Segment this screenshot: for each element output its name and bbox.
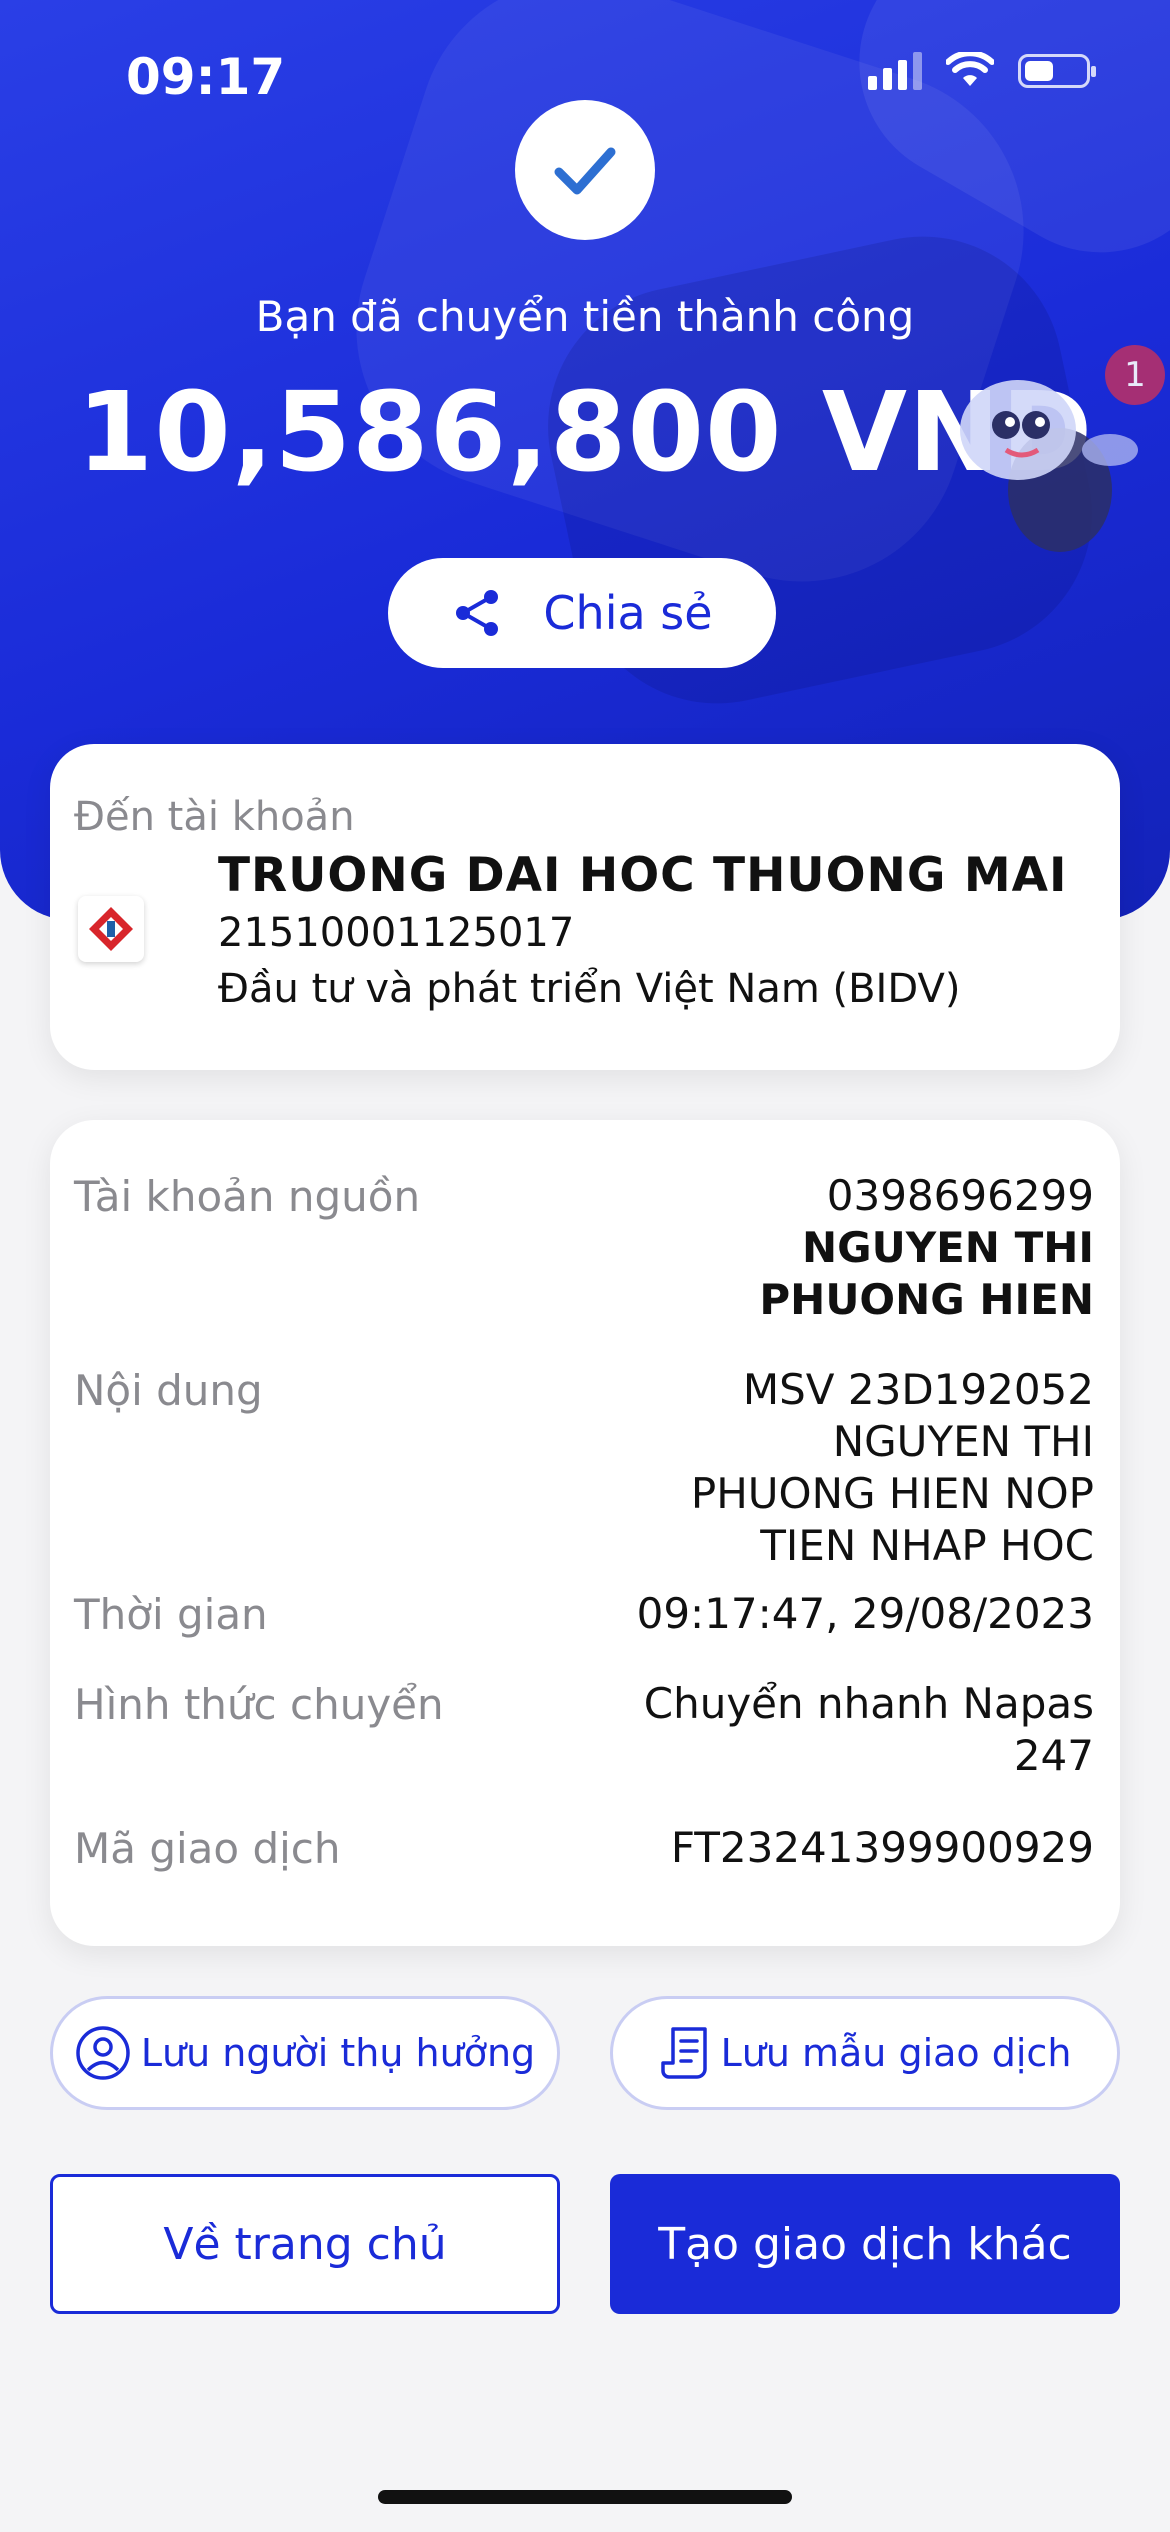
save-template-label: Lưu mẫu giao dịch: [720, 2031, 1072, 2075]
share-icon: [456, 590, 499, 636]
source-account-name: PHUONG HIEN: [759, 1275, 1094, 1324]
new-transaction-button[interactable]: Tạo giao dịch khác: [610, 2174, 1120, 2314]
receipt-icon: [660, 2027, 707, 2079]
success-message: Bạn đã chuyển tiền thành công: [255, 292, 915, 341]
save-beneficiary-button[interactable]: Lưu người thụ hưởng: [50, 1996, 560, 2110]
home-button[interactable]: Về trang chủ: [50, 2174, 560, 2314]
transaction-id-label: Mã giao dịch: [74, 1824, 341, 1873]
home-indicator[interactable]: [378, 2490, 792, 2504]
bank-logo-icon: [78, 896, 144, 962]
content-line: MSV 23D192052: [742, 1365, 1094, 1414]
share-label: Chia sẻ: [543, 586, 713, 640]
beneficiary-name: TRUONG DAI HOC THUONG MAI: [218, 848, 1068, 903]
transfer-method-value: Chuyển nhanh Napas 247: [644, 1678, 1094, 1782]
content-value: MSV 23D192052 NGUYEN THI PHUONG HIEN NOP…: [691, 1364, 1094, 1572]
transfer-method-line: 247: [1013, 1731, 1094, 1780]
status-icons: [868, 52, 1096, 90]
source-account-label: Tài khoản nguồn: [74, 1172, 421, 1221]
signal-icon: [868, 52, 922, 90]
beneficiary-account-number: 21510001125017: [218, 910, 575, 956]
destination-account-card: Đến tài khoản TRUONG DAI HOC THUONG MAI …: [50, 744, 1120, 1070]
transaction-details-card: Tài khoản nguồn 0398696299 NGUYEN THI PH…: [50, 1120, 1120, 1946]
status-time: 09:17: [126, 48, 286, 106]
user-icon: [76, 2026, 130, 2080]
wifi-icon: [946, 52, 994, 86]
battery-icon: [1018, 54, 1096, 88]
content-line: TIEN NHAP HOC: [760, 1521, 1094, 1570]
share-button[interactable]: Chia sẻ: [388, 558, 776, 668]
source-account-number: 0398696299: [826, 1171, 1094, 1220]
transfer-method-label: Hình thức chuyển: [74, 1680, 444, 1729]
source-account-value: 0398696299 NGUYEN THI PHUONG HIEN: [759, 1170, 1094, 1326]
success-check-icon: [515, 100, 655, 240]
destination-label: Đến tài khoản: [74, 794, 355, 840]
save-template-button[interactable]: Lưu mẫu giao dịch: [610, 1996, 1120, 2110]
content-line: NGUYEN THI: [832, 1417, 1094, 1466]
content-line: PHUONG HIEN NOP: [690, 1469, 1094, 1518]
save-beneficiary-label: Lưu người thụ hưởng: [140, 2031, 536, 2075]
content-label: Nội dung: [74, 1366, 263, 1415]
time-value: 09:17:47, 29/08/2023: [636, 1589, 1094, 1638]
notification-badge[interactable]: 1: [1105, 345, 1165, 405]
time-label: Thời gian: [74, 1590, 268, 1639]
transfer-method-line: Chuyển nhanh Napas: [643, 1679, 1094, 1728]
transaction-id-value: FT23241399900929: [670, 1823, 1094, 1872]
source-account-name: NGUYEN THI: [801, 1223, 1094, 1272]
beneficiary-bank: Đầu tư và phát triển Việt Nam (BIDV): [218, 966, 961, 1012]
